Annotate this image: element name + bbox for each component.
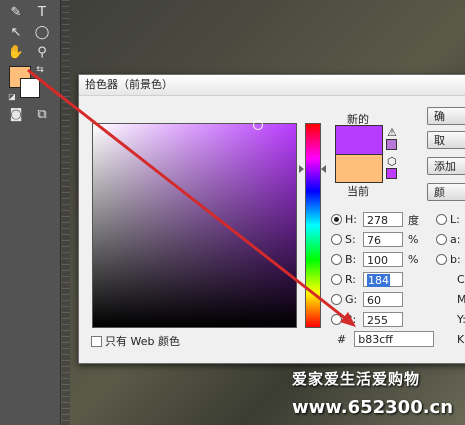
watermark-text: 爱家爱生活爱购物 — [292, 370, 421, 388]
annotation-arrow — [27, 68, 356, 327]
arrow-line — [29, 70, 351, 324]
arrow-tail — [27, 68, 61, 98]
watermark-url: www.652300.cn — [292, 397, 454, 418]
